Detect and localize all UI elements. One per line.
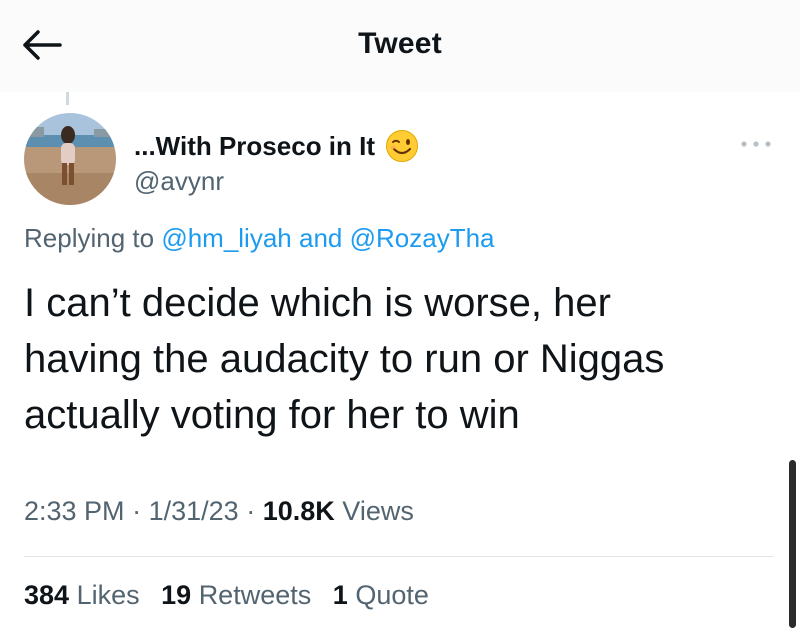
- mention-link[interactable]: @RozayTha: [350, 223, 495, 253]
- author-handle[interactable]: @avynr: [134, 166, 224, 197]
- more-horizontal-icon: [741, 141, 771, 147]
- engagement-stats: 384 Likes 19 Retweets 1 Quote: [24, 580, 443, 611]
- avatar[interactable]: [24, 113, 116, 205]
- more-options-button[interactable]: [736, 134, 776, 154]
- author-name-row[interactable]: ...With Proseco in It: [134, 126, 419, 166]
- likes-stat[interactable]: 384 Likes: [24, 580, 140, 610]
- retweets-stat[interactable]: 19 Retweets: [161, 580, 311, 610]
- retweets-count: 19: [161, 580, 192, 610]
- retweets-label: Retweets: [198, 580, 312, 610]
- divider: [24, 556, 774, 557]
- author-display-name: ...With Proseco in It: [134, 130, 376, 161]
- tweet-time[interactable]: 2:33 PM: [24, 496, 125, 526]
- tweet-date[interactable]: 1/31/23: [149, 496, 239, 526]
- views-label: Views: [342, 496, 414, 526]
- thread-connector: [66, 92, 69, 105]
- tweet-text-line: having the audacity to run or Niggas: [24, 337, 665, 381]
- tweet-text: I can’t decide which is worse, her havin…: [24, 275, 764, 443]
- avatar-photo: [24, 113, 116, 205]
- likes-label: Likes: [76, 580, 140, 610]
- meta-separator: ·: [132, 496, 142, 526]
- quotes-count: 1: [332, 580, 348, 610]
- views-count: 10.8K: [262, 496, 335, 526]
- likes-count: 384: [24, 580, 70, 610]
- quotes-label: Quote: [355, 580, 429, 610]
- tweet-text-line: actually voting for her to win: [24, 393, 520, 437]
- winking-face-emoji-icon: [386, 130, 419, 162]
- tweet-text-line: I can’t decide which is worse, her: [24, 281, 611, 325]
- mention-conjunction: and: [299, 223, 343, 253]
- tweet-meta: 2:33 PM · 1/31/23 · 10.8K Views: [24, 496, 414, 527]
- meta-separator: ·: [246, 496, 256, 526]
- mention-link[interactable]: @hm_liyah: [161, 223, 291, 253]
- replying-to-label: Replying to: [24, 223, 155, 253]
- quotes-stat[interactable]: 1 Quote: [333, 580, 429, 610]
- scrollbar[interactable]: [789, 460, 796, 628]
- top-bar: Tweet: [0, 0, 800, 92]
- replying-to: Replying to @hm_liyah and @RozayTha: [24, 223, 495, 254]
- page-title: Tweet: [358, 27, 442, 60]
